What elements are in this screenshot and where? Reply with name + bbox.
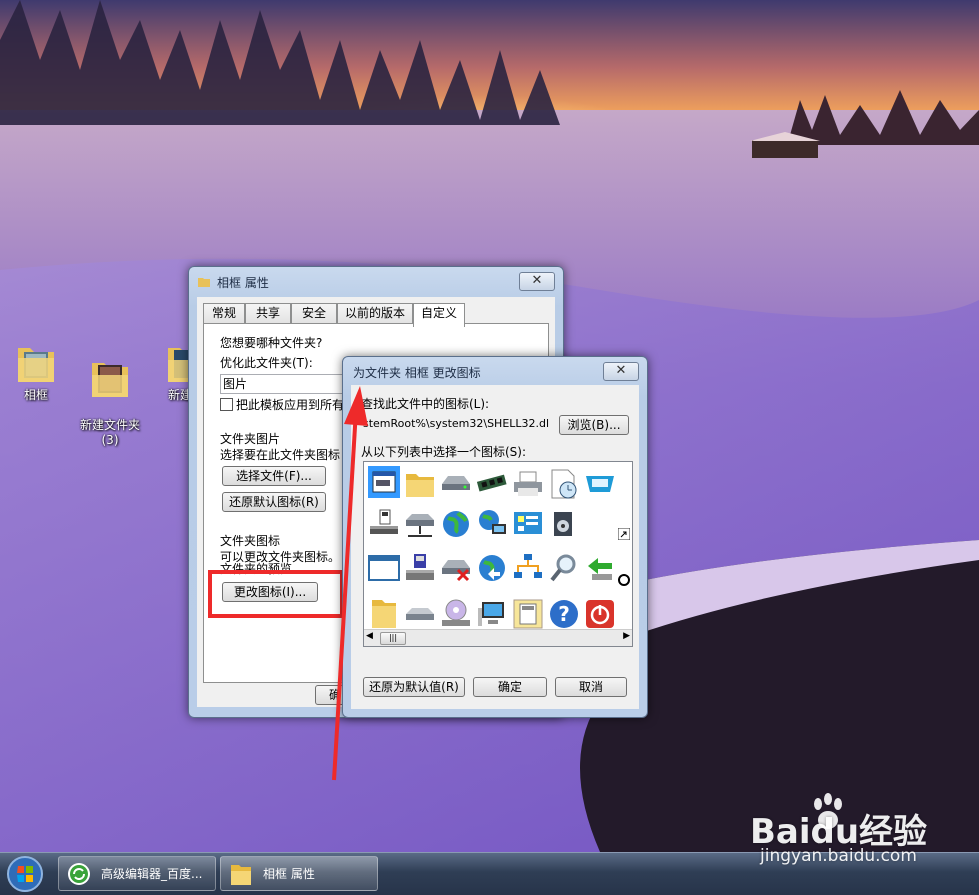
icon-list[interactable]: ? ◀ ||| ▶: [363, 461, 633, 647]
shortcut-arrow-icon[interactable]: [618, 528, 630, 540]
section-heading-folder-icons: 文件夹图标: [220, 534, 281, 548]
hard-drive-icon[interactable]: [440, 468, 472, 500]
help-icon[interactable]: ?: [548, 598, 580, 630]
dialog-cancel-button[interactable]: 取消: [555, 677, 627, 697]
scroll-thumb[interactable]: |||: [380, 632, 406, 645]
tab-general[interactable]: 常规: [203, 303, 245, 323]
globe-computer-icon[interactable]: [476, 508, 508, 540]
cd-drive-icon[interactable]: [440, 598, 472, 630]
folder-icon: [231, 865, 251, 885]
apply-template-checkbox[interactable]: [220, 398, 233, 411]
search-icon[interactable]: [548, 552, 580, 584]
editor-icon: [68, 863, 90, 885]
folder-photo-icon: [92, 363, 128, 397]
tab-sharing[interactable]: 共享: [245, 303, 291, 323]
watermark-url: jingyan.baidu.com: [760, 846, 917, 866]
shutdown-icon[interactable]: [584, 598, 616, 630]
clock-document-icon[interactable]: [548, 468, 580, 500]
start-orb-icon[interactable]: [4, 854, 46, 894]
section-heading-folder-pictures: 文件夹图片: [220, 432, 281, 446]
hard-drive-network-icon[interactable]: [404, 508, 436, 540]
desktop-icon-frame[interactable]: 相框: [0, 338, 72, 403]
control-panel-icon[interactable]: [512, 508, 544, 540]
scroll-right-arrow[interactable]: ▶: [623, 631, 630, 641]
dialog-close-button[interactable]: ✕: [603, 362, 639, 381]
taskbar-item-label: 高级编辑器_百度...: [101, 867, 203, 881]
desktop-icon-label: 新建文件夹 (3): [79, 418, 140, 447]
memory-chip-icon[interactable]: [476, 468, 508, 500]
globe-arrow-icon[interactable]: [476, 552, 508, 584]
display-icon[interactable]: [584, 468, 616, 500]
restore-default-picture-button[interactable]: 还原默认图标(R): [222, 492, 326, 512]
green-arrow-icon[interactable]: [584, 552, 616, 584]
computer-icon[interactable]: [476, 598, 508, 630]
taskbar-item-label: 相框 属性: [263, 867, 315, 881]
desktop-icon-label: 相框: [23, 388, 48, 402]
file-path-input[interactable]: stemRoot%\system32\SHELL32.dll: [361, 415, 549, 435]
taskbar-item-properties[interactable]: 相框 属性: [220, 856, 378, 891]
speaker-icon[interactable]: [548, 508, 580, 540]
icon-list-label: 从以下列表中选择一个图标(S):: [361, 445, 527, 459]
power-small-icon[interactable]: [618, 574, 630, 586]
change-icon-dialog: 为文件夹 相框 更改图标 ✕ 查找此文件中的图标(L): stemRoot%\s…: [342, 356, 648, 718]
close-icon: ✕: [615, 363, 627, 378]
close-button[interactable]: ✕: [519, 272, 555, 291]
floppy-computer-icon[interactable]: [404, 552, 436, 584]
folder-icon: [198, 278, 210, 287]
search-label: 查找此文件中的图标(L):: [361, 397, 490, 411]
folder-photo-icon: [18, 348, 54, 382]
globe-icon[interactable]: [440, 508, 472, 540]
annotation-arrow: [332, 386, 368, 781]
choose-file-button[interactable]: 选择文件(F)...: [222, 466, 326, 486]
tab-customize[interactable]: 自定义: [413, 303, 465, 327]
window-title: 相框 属性: [217, 276, 269, 290]
optimize-label: 优化此文件夹(T):: [220, 356, 313, 370]
section-heading-folder-type: 您想要哪种文件夹?: [220, 336, 323, 350]
taskbar-item-editor[interactable]: 高级编辑器_百度...: [58, 856, 216, 891]
baidu-watermark: Baidu经验 jingyan.baidu.com: [750, 792, 970, 872]
close-icon: ✕: [531, 273, 543, 288]
svg-text:?: ?: [558, 602, 570, 626]
browse-button[interactable]: 浏览(B)...: [559, 415, 629, 435]
printer-icon[interactable]: [512, 468, 544, 500]
drive-x-icon[interactable]: [440, 552, 472, 584]
drive-gray-icon[interactable]: [404, 598, 436, 630]
dialog-title: 为文件夹 相框 更改图标: [353, 366, 481, 380]
desktop-icon-new-folder-3[interactable]: 新建文件夹 (3): [74, 338, 146, 448]
tab-previous-versions[interactable]: 以前的版本: [337, 303, 413, 323]
network-icon[interactable]: [512, 552, 544, 584]
calculator-doc-icon[interactable]: [512, 598, 544, 630]
icon-list-scrollbar[interactable]: ◀ ||| ▶: [364, 629, 632, 646]
folder-icon[interactable]: [404, 468, 436, 500]
dialog-ok-button[interactable]: 确定: [473, 677, 547, 697]
tab-security[interactable]: 安全: [291, 303, 337, 323]
